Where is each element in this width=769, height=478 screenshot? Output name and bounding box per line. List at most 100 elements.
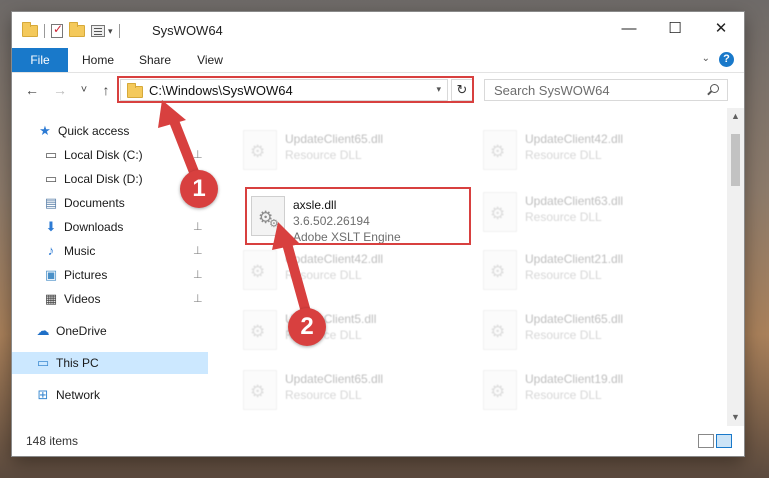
close-button[interactable]: ✕ [698, 12, 744, 44]
sidebar-item-this-pc[interactable]: ▭ This PC [12, 352, 208, 374]
gear-icon: ⚙ [490, 322, 506, 341]
pictures-icon: ▣ [44, 267, 58, 282]
drive-icon: ▭ [44, 147, 58, 162]
file-name: UpdateClient42.dll [525, 132, 624, 146]
file-name: UpdateClient65.dll [525, 312, 624, 326]
sidebar-item-label: This PC [56, 356, 99, 370]
status-bar: 148 items [12, 426, 744, 456]
pin-icon[interactable]: ⊥ [193, 268, 203, 281]
search-icon[interactable] [710, 84, 719, 93]
search-box[interactable]: Search SysWOW64 [484, 79, 728, 101]
file-item[interactable]: ⚙ UpdateClient63.dll Resource DLL [475, 184, 705, 240]
tab-share[interactable]: Share [128, 48, 182, 72]
minimize-button[interactable]: — [606, 12, 652, 44]
sidebar-item-label: Documents [64, 196, 125, 210]
file-name: UpdateClient63.dll [525, 194, 624, 208]
file-item[interactable]: ⚙ UpdateClient21.dll Resource DLL [475, 242, 705, 298]
forward-button[interactable]: → [50, 80, 70, 100]
dll-file-icon: ⚙ [243, 130, 277, 170]
tab-file[interactable]: File [12, 48, 68, 72]
download-icon: ⬇ [45, 219, 57, 234]
scroll-down-icon[interactable]: ▼ [727, 409, 744, 426]
file-item[interactable]: ⚙ UpdateClient42.dll Resource DLL [235, 242, 465, 298]
sidebar-item-videos[interactable]: ▦ Videos ⊥ [12, 288, 208, 310]
gear-icon: ⚙ [490, 142, 506, 161]
file-description: Resource DLL [285, 388, 362, 402]
dll-file-icon: ⚙ [483, 370, 517, 410]
gear-icon: ⚙ [250, 262, 266, 281]
customize-icon[interactable] [91, 25, 105, 37]
new-folder-icon[interactable] [69, 22, 85, 37]
file-name: UpdateClient42.dll [285, 252, 384, 266]
file-description: Resource DLL [525, 268, 602, 282]
file-name: UpdateClient65.dll [285, 132, 384, 146]
sidebar-item-quick-access[interactable]: ★ Quick access [12, 120, 208, 142]
up-button[interactable]: ↑ [96, 80, 116, 100]
tiles-view-icon[interactable] [716, 434, 732, 448]
sidebar-item-label: Local Disk (D:) [64, 172, 143, 186]
file-item[interactable]: ⚙ UpdateClient65.dll Resource DLL [235, 122, 465, 178]
address-highlight-box [117, 76, 474, 103]
folder-icon [22, 22, 38, 37]
pin-icon[interactable]: ⊥ [193, 220, 203, 233]
sidebar-item-music[interactable]: ♪ Music ⊥ [12, 240, 208, 262]
file-description: Resource DLL [525, 210, 602, 224]
sidebar-item-network[interactable]: ⊞ Network [12, 384, 208, 406]
dll-file-icon: ⚙ [243, 370, 277, 410]
dll-file-icon: ⚙ [243, 250, 277, 290]
sidebar-item-pictures[interactable]: ▣ Pictures ⊥ [12, 264, 208, 286]
navigation-bar: ← → ˅ ↑ C:\Windows\SysWOW64 ▾ ↻ Search S… [12, 73, 744, 107]
star-icon: ★ [39, 123, 51, 138]
back-button[interactable]: ← [22, 80, 42, 100]
pin-icon[interactable]: ⊥ [193, 148, 203, 161]
scroll-up-icon[interactable]: ▲ [727, 108, 744, 125]
file-item[interactable]: ⚙UpdateClient5.dllResource DLL [235, 302, 465, 358]
gear-icon: ⚙ [250, 322, 266, 341]
title-bar: ▾ SysWOW64 — ☐ ✕ [12, 12, 744, 48]
file-name: UpdateClient19.dll [525, 372, 624, 386]
gear-icon: ⚙ [250, 382, 266, 401]
file-item[interactable]: ⚙ UpdateClient65.dll Resource DLL [235, 362, 465, 418]
music-icon: ♪ [47, 243, 55, 258]
file-item[interactable]: ⚙ UpdateClient65.dll Resource DLL [475, 302, 705, 358]
pin-icon[interactable]: ⊥ [193, 244, 203, 257]
window-title: SysWOW64 [152, 23, 223, 38]
view-switcher [698, 434, 732, 448]
help-icon[interactable]: ? [719, 52, 734, 67]
quick-access-toolbar: ▾ [22, 22, 126, 40]
file-list: ⚙ UpdateClient19.dll Resource DLL ⚙ UpdateCl… [209, 108, 727, 426]
sidebar-item-label: OneDrive [56, 324, 107, 338]
tab-view[interactable]: View [186, 48, 234, 72]
step-1-badge: 1 [180, 170, 218, 208]
sidebar-item-label: Pictures [64, 268, 108, 282]
sidebar-item-documents[interactable]: ▤Documents⊥ [12, 192, 208, 214]
sidebar-item-downloads[interactable]: ⬇ Downloads ⊥ [12, 216, 208, 238]
dll-file-icon: ⚙ [483, 250, 517, 290]
maximize-button[interactable]: ☐ [652, 12, 698, 44]
sidebar-item-label: Network [56, 388, 101, 402]
sidebar-item-local-disk-d[interactable]: ▭Local Disk (D:)⊥ [12, 168, 208, 190]
video-icon: ▦ [44, 291, 58, 306]
properties-check-icon[interactable] [51, 22, 63, 38]
gear-icon: ⚙ [490, 382, 506, 401]
network-icon: ⊞ [37, 387, 49, 402]
search-input[interactable]: Search SysWOW64 [494, 83, 610, 98]
scrollbar-thumb[interactable] [731, 134, 740, 186]
file-item[interactable]: ⚙ UpdateClient42.dll Resource DLL [475, 122, 705, 178]
gear-icon: ⚙ [490, 262, 506, 281]
divider [118, 24, 120, 38]
sidebar-item-local-disk-c[interactable]: ▭ Local Disk (C:) ⊥ [12, 144, 208, 166]
file-description: Resource DLL [285, 268, 362, 282]
tab-home[interactable]: Home [72, 48, 124, 72]
file-description: Resource DLL [525, 328, 602, 342]
chevron-down-icon[interactable]: ▾ [108, 26, 113, 37]
pin-icon[interactable]: ⊥ [193, 292, 203, 305]
chevron-down-icon[interactable]: ⌄ [702, 53, 710, 64]
vertical-scrollbar[interactable]: ▲ ▼ [727, 108, 744, 426]
drive-icon: ▭ [44, 171, 58, 186]
details-view-icon[interactable] [698, 434, 714, 448]
sidebar-item-onedrive[interactable]: ☁ OneDrive [12, 320, 208, 342]
item-count: 148 items [26, 434, 79, 448]
file-item[interactable]: ⚙ UpdateClient19.dll Resource DLL [475, 362, 705, 418]
recent-locations-button[interactable]: ˅ [74, 80, 94, 100]
